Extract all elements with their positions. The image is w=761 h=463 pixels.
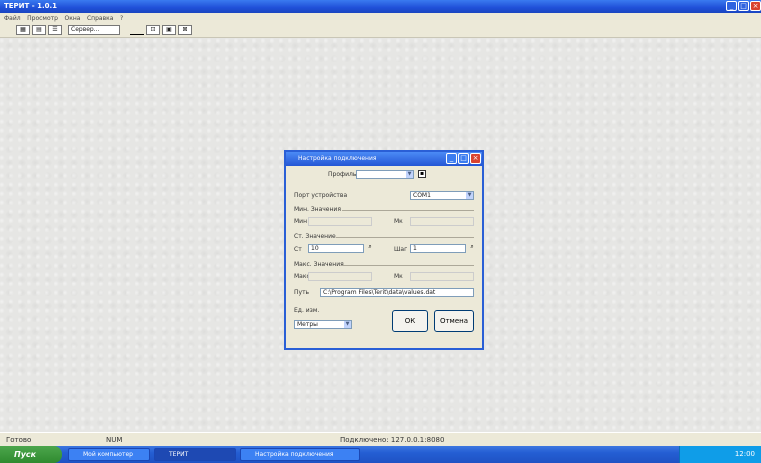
max-right-field[interactable] xyxy=(410,272,474,281)
unit-combo[interactable]: Метры ▼ xyxy=(294,320,352,329)
dialog-minimize-icon[interactable]: _ xyxy=(446,153,457,164)
status-connection: Подключено: 127.0.0.1:8080 xyxy=(340,436,445,444)
mid-right-label: Шаг xyxy=(394,246,408,253)
port-combo[interactable]: COM1 ▼ xyxy=(410,191,474,200)
status-bar: Готово NUM Подключено: 127.0.0.1:8080 xyxy=(0,432,761,447)
max-left-field[interactable] xyxy=(308,272,372,281)
tool-open-icon[interactable]: ▤ xyxy=(32,25,46,35)
taskbar-item-computer[interactable]: Мой компьютер xyxy=(68,448,150,461)
max-right-label: Мк xyxy=(394,273,403,280)
dialog-title: Настройка подключения xyxy=(298,155,377,162)
clock[interactable]: 12:00 xyxy=(735,450,755,458)
taskbar-item-dialog[interactable]: Настройка подключения xyxy=(240,448,360,461)
app-title-bar: ТЕРИТ - 1.0.1 _ □ × xyxy=(0,0,761,13)
mid-left-field[interactable]: 10 xyxy=(308,244,364,253)
cancel-button[interactable]: Отмена xyxy=(434,310,474,332)
chevron-down-icon[interactable]: ▼ xyxy=(466,192,473,199)
port-label: Порт устройства xyxy=(294,192,348,199)
max-group-label: Макс. Значения xyxy=(294,261,344,268)
min-group-divider xyxy=(342,210,474,211)
system-tray: 12:00 xyxy=(679,446,761,463)
preset-button-icon[interactable]: ▪ xyxy=(418,170,426,178)
minimize-button[interactable]: _ xyxy=(726,1,737,11)
max-group-divider xyxy=(342,265,474,266)
menu-bar: Файл Просмотр Окна Справка ? xyxy=(0,13,761,23)
app-title: ТЕРИТ - 1.0.1 xyxy=(4,2,58,10)
mid-left-label: Ст xyxy=(294,246,302,253)
tool-line-icon[interactable] xyxy=(130,25,144,35)
min-group-label: Мин. Значения xyxy=(294,206,341,213)
toolbar: ▦ ▤ ☰ Сервер... ⊡ ▣ ⊠ xyxy=(0,23,761,38)
path-field[interactable]: C:\Program Files\Terit\data\values.dat xyxy=(320,288,474,297)
mid-group-label: Ст. Значение xyxy=(294,233,336,240)
search-icon[interactable]: ⌕ xyxy=(468,244,476,252)
dialog-title-bar: Настройка подключения _ □ × xyxy=(286,152,482,166)
start-button[interactable]: Пуск xyxy=(0,446,62,463)
chevron-down-icon[interactable]: ▼ xyxy=(406,171,413,178)
tool-zoom-icon[interactable]: ⊡ xyxy=(146,25,160,35)
status-num: NUM xyxy=(106,436,123,444)
preset-label: Профиль: xyxy=(328,171,359,178)
mid-right-field[interactable]: 1 xyxy=(410,244,466,253)
tool-chart-icon[interactable]: ▣ xyxy=(162,25,176,35)
server-combo-value: Сервер... xyxy=(71,26,100,33)
dialog-close-icon[interactable]: × xyxy=(470,153,481,164)
preset-combo[interactable]: ▼ xyxy=(356,170,414,179)
chevron-down-icon[interactable]: ▼ xyxy=(344,321,351,328)
taskbar: Пуск Мой компьютер ТЕРИТ Настройка подкл… xyxy=(0,446,761,463)
tool-settings-icon[interactable]: ⊠ xyxy=(178,25,192,35)
server-combo[interactable]: Сервер... xyxy=(68,25,120,35)
connection-dialog: Настройка подключения _ □ × Профиль: ▼ ▪… xyxy=(284,150,484,350)
close-button[interactable]: × xyxy=(750,1,761,11)
unit-label: Ед. изм. xyxy=(294,307,320,314)
dialog-maximize-icon[interactable]: □ xyxy=(458,153,469,164)
taskbar-item-app[interactable]: ТЕРИТ xyxy=(154,448,236,461)
tool-list-icon[interactable]: ☰ xyxy=(48,25,62,35)
tool-new-icon[interactable]: ▦ xyxy=(16,25,30,35)
mid-group-divider xyxy=(336,237,474,238)
min-left-label: Мин xyxy=(294,218,307,225)
ok-button[interactable]: ОК xyxy=(392,310,428,332)
min-left-field[interactable] xyxy=(308,217,372,226)
search-icon[interactable]: ⌕ xyxy=(366,244,374,252)
path-label: Путь xyxy=(294,289,310,296)
status-text: Готово xyxy=(6,436,32,444)
min-right-label: Мк xyxy=(394,218,403,225)
maximize-button[interactable]: □ xyxy=(738,1,749,11)
min-right-field[interactable] xyxy=(410,217,474,226)
